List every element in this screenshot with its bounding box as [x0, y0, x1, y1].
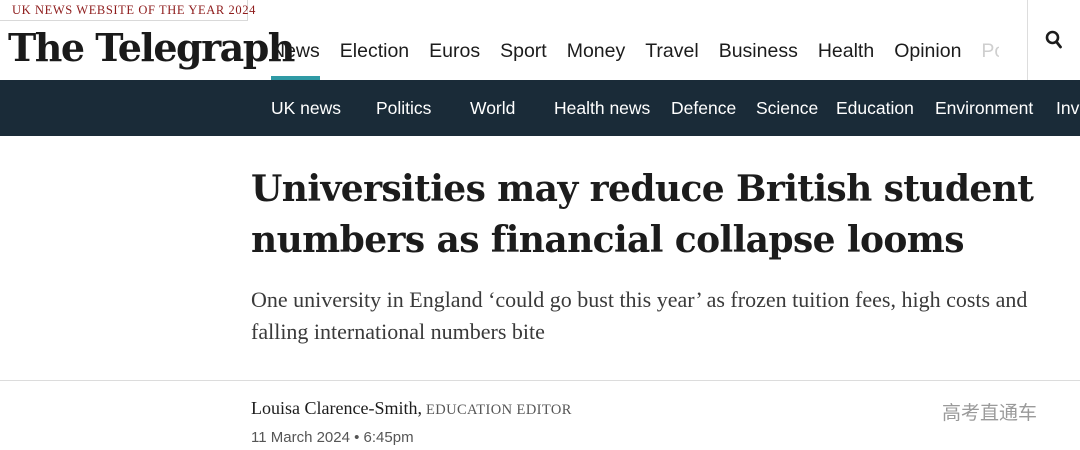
nav-item-election[interactable]: Election — [330, 22, 419, 80]
nav-item-truncated-label: Po — [981, 39, 999, 62]
nav-item-truncated[interactable]: Po — [971, 22, 1009, 80]
nav-item-travel[interactable]: Travel — [635, 22, 708, 80]
nav-item-health[interactable]: Health — [808, 22, 884, 80]
subnav-item-politics[interactable]: Politics — [376, 80, 431, 136]
article-headline: Universities may reduce British student … — [251, 168, 1034, 261]
byline: Louisa Clarence-Smith, Education Editor — [251, 398, 572, 419]
author-name[interactable]: Louisa Clarence-Smith, — [251, 398, 422, 418]
subnav-item-truncated[interactable]: Inv — [1056, 80, 1079, 136]
search-button[interactable] — [1028, 0, 1080, 80]
subnav-item-defence[interactable]: Defence — [671, 80, 736, 136]
nav-item-sport[interactable]: Sport — [490, 22, 557, 80]
primary-nav: News Election Euros Sport Money Travel B… — [261, 22, 1028, 80]
nav-item-opinion[interactable]: Opinion — [884, 22, 971, 80]
publish-date: 11 March 2024 • 6:45pm — [251, 429, 414, 446]
nav-item-money[interactable]: Money — [557, 22, 636, 80]
award-banner: UK NEWS WEBSITE OF THE YEAR 2024 — [0, 0, 255, 21]
byline-divider — [0, 380, 1080, 381]
author-role: Education Editor — [425, 402, 572, 418]
article-standfirst: One university in England ‘could go bust… — [251, 287, 1028, 344]
nav-item-business[interactable]: Business — [709, 22, 808, 80]
secondary-nav: UK news Politics World Health news Defen… — [0, 80, 1080, 136]
nav-item-euros[interactable]: Euros — [419, 22, 490, 80]
subnav-item-world[interactable]: World — [470, 80, 515, 136]
subnav-item-environment[interactable]: Environment — [935, 80, 1033, 136]
subnav-item-science[interactable]: Science — [756, 80, 818, 136]
subnav-item-uk-news[interactable]: UK news — [271, 80, 341, 136]
subnav-item-education[interactable]: Education — [836, 80, 914, 136]
watermark: 高考直通车 — [942, 402, 1038, 424]
nav-item-news[interactable]: News — [261, 22, 330, 80]
telegraph-logo[interactable]: The Telegraph — [8, 25, 295, 70]
subnav-item-health-news[interactable]: Health news — [554, 80, 650, 136]
search-icon — [1045, 30, 1062, 49]
